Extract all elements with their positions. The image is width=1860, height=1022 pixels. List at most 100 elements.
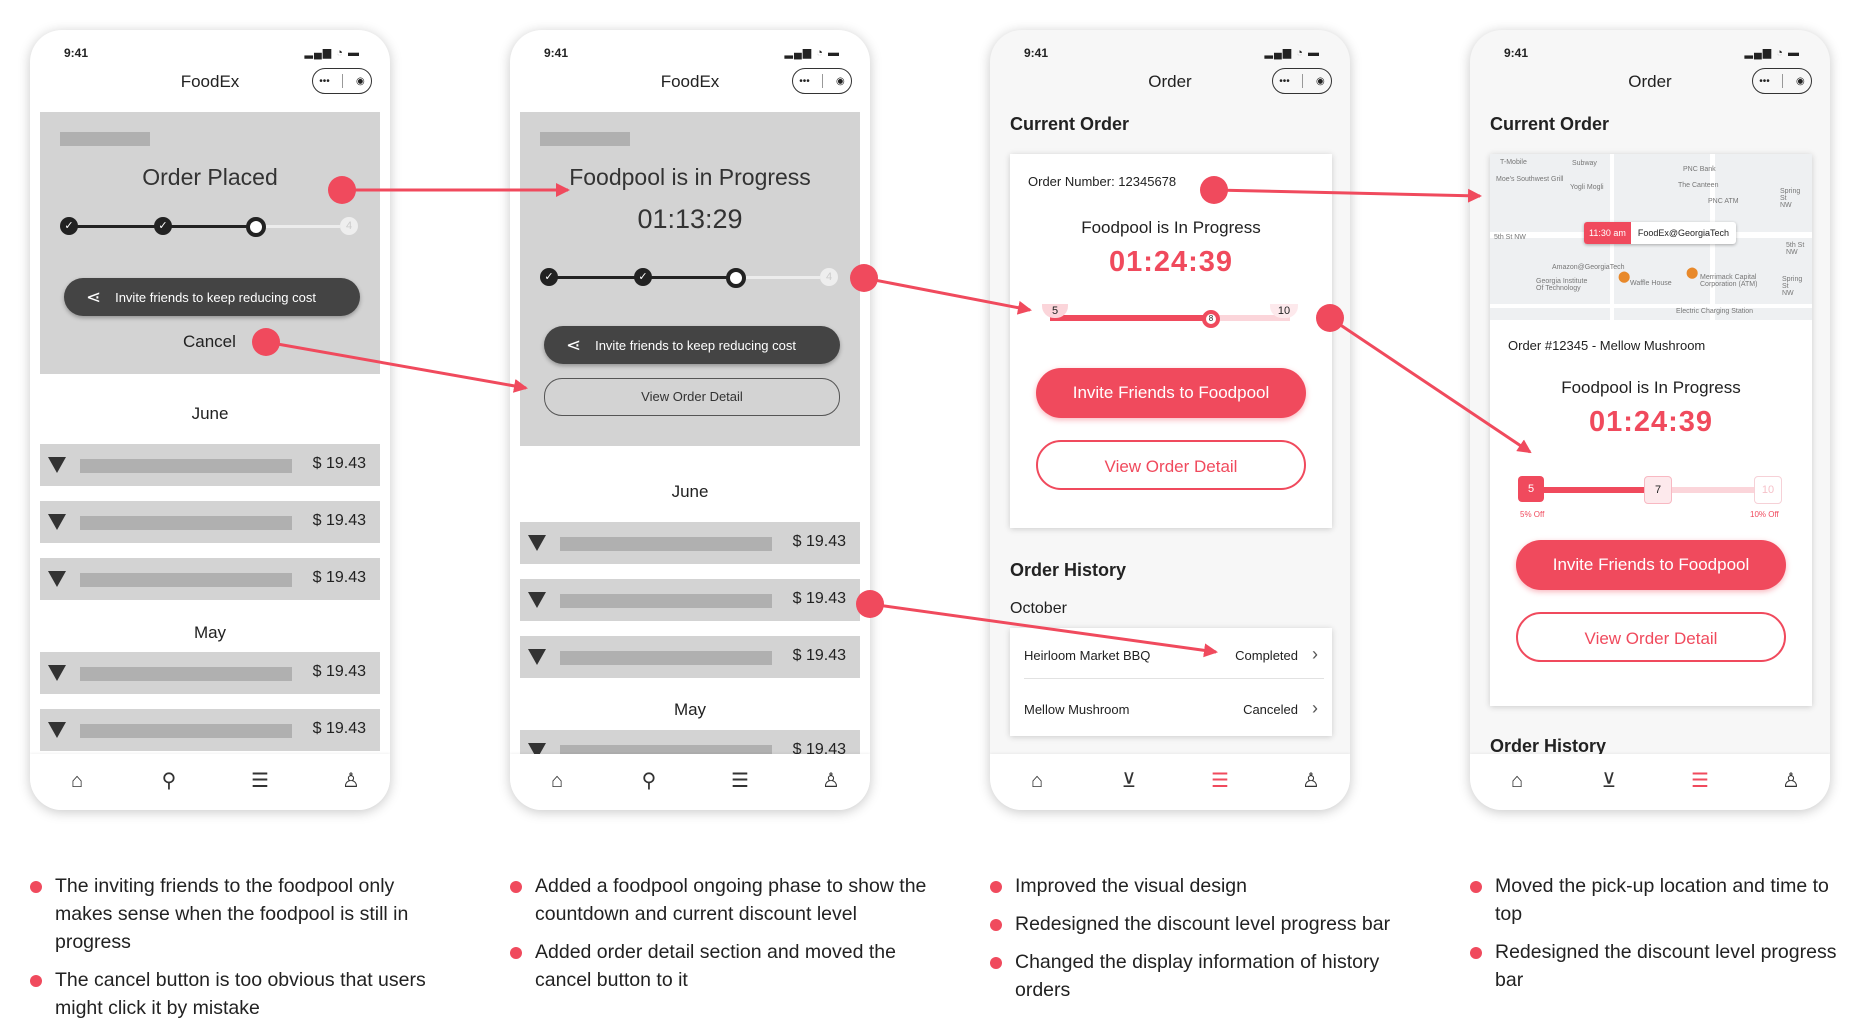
note: Redesigned the discount level progress b… [1470, 938, 1850, 994]
order-status-card: Foodpool is in Progress 01:13:29 ✓ ✓ 4 ⋖… [520, 112, 860, 446]
home-icon[interactable]: ⌂ [542, 768, 572, 794]
more-icon[interactable]: ••• [1759, 76, 1770, 87]
phone-screen-2: 9:41 ▂▄▆ ◔ ▬ FoodEx ••• ◉ Foodpool is in … [510, 30, 870, 810]
order-row[interactable]: $ 19.43 [40, 444, 380, 486]
profile-icon[interactable]: ♙ [336, 768, 366, 794]
share-icon: ⋖ [566, 334, 582, 355]
tab-bar: ⌂ ⊻ ☰ ♙ [1470, 754, 1830, 810]
history-list: Heirloom Market BBQ Completed › Mellow M… [1010, 628, 1332, 736]
discount-progress-remaining [1656, 487, 1764, 493]
order-row[interactable]: $ 19.43 [520, 522, 860, 564]
profile-icon[interactable]: ♙ [816, 768, 846, 794]
order-row[interactable]: $ 19.43 [40, 501, 380, 543]
tab-bar: ⌂ ⚲ ☰ ♙ [510, 754, 870, 810]
pickup-map[interactable]: T-Mobile Subway PNC Bank Moe's Southwest… [1490, 154, 1812, 320]
stage-title: Order Placed [142, 164, 278, 190]
expand-icon [528, 592, 546, 608]
note: Moved the pick-up location and time to t… [1470, 872, 1850, 928]
tab-bar: ⌂ ⚲ ☰ ♙ [30, 754, 390, 810]
start-discount-label: 5% Off [1520, 510, 1545, 519]
order-row[interactable]: $ 19.43 [520, 730, 860, 754]
progress-rest [256, 225, 340, 228]
order-row[interactable]: $ 19.43 [520, 636, 860, 678]
order-row[interactable]: $ 19.43 [40, 652, 380, 694]
history-row[interactable]: Heirloom Market BBQ Completed › [1024, 632, 1324, 679]
end-discount-label: 10% Off [1750, 510, 1779, 519]
mini-program-capsule[interactable]: ••• ◉ [1272, 68, 1332, 94]
invite-friends-button[interactable]: ⋖ Invite friends to keep reducing cost [64, 278, 360, 316]
history-month: October [1010, 600, 1067, 617]
cancel-button[interactable]: Cancel [183, 332, 236, 352]
view-order-detail-button[interactable]: View Order Detail [544, 378, 840, 416]
status-icons: ▂▄▆ ◔ ▬ [1264, 47, 1320, 59]
search-icon[interactable]: ⚲ [154, 768, 184, 794]
current-order-heading: Current Order [1010, 114, 1130, 134]
invite-friends-button[interactable]: ⋖ Invite friends to keep reducing cost [544, 326, 840, 364]
home-icon[interactable]: ⌂ [1022, 768, 1052, 794]
close-target-icon[interactable]: ◉ [356, 76, 365, 87]
placeholder-bar [60, 132, 150, 146]
more-icon[interactable]: ••• [799, 76, 810, 87]
view-order-detail-button[interactable]: View Order Detail [1036, 440, 1306, 490]
progress-step-done: ✓ [540, 268, 558, 286]
phone-screen-4: 9:41 ▂▄▆ ◔ ▬ Order ••• ◉ Current Order T-… [1470, 30, 1830, 810]
order-row[interactable]: $ 19.43 [520, 579, 860, 621]
note: Redesigned the discount level progress b… [990, 910, 1420, 938]
month-header-june: June [671, 482, 709, 501]
invite-friends-button[interactable]: Invite Friends to Foodpool [1516, 540, 1786, 590]
list-icon[interactable]: ☰ [1205, 768, 1235, 794]
cart-icon[interactable]: ⊻ [1594, 768, 1624, 794]
close-target-icon[interactable]: ◉ [1796, 76, 1805, 87]
expand-icon [528, 743, 546, 754]
expand-icon [48, 665, 66, 681]
note: Changed the display information of histo… [990, 948, 1420, 1004]
status-time: 9:41 [64, 46, 89, 60]
home-icon[interactable]: ⌂ [62, 768, 92, 794]
progress-step-current [246, 217, 266, 237]
mini-program-capsule[interactable]: ••• ◉ [792, 68, 852, 94]
month-header-may: May [673, 700, 707, 719]
profile-icon[interactable]: ♙ [1296, 768, 1326, 794]
search-icon[interactable]: ⚲ [634, 768, 664, 794]
list-icon[interactable]: ☰ [1685, 768, 1715, 794]
discount-level-start: 5 [1518, 476, 1544, 502]
history-row[interactable]: Mellow Mushroom Canceled › [1024, 686, 1324, 732]
mini-program-capsule[interactable]: ••• ◉ [312, 68, 372, 94]
discount-level-current: 8 [1202, 310, 1220, 328]
map-pin-icon: ⬤ [1686, 267, 1699, 279]
more-icon[interactable]: ••• [1279, 76, 1290, 87]
discount-progress-filled [1534, 487, 1656, 493]
tab-bar: ⌂ ⊻ ☰ ♙ [990, 754, 1350, 810]
cart-icon[interactable]: ⊻ [1114, 768, 1144, 794]
order-row[interactable]: $ 19.43 [40, 558, 380, 600]
month-header-may: May [193, 623, 227, 642]
expand-icon [48, 514, 66, 530]
share-icon: ⋖ [86, 286, 102, 307]
status-bar: 9:41 ▂▄▆ ◔ ▬ [30, 42, 390, 62]
note: The inviting friends to the foodpool onl… [30, 872, 440, 956]
list-icon[interactable]: ☰ [245, 768, 275, 794]
invite-label: Invite friends to keep reducing cost [595, 337, 796, 353]
progress-step-pending: 4 [340, 217, 358, 235]
mini-program-capsule[interactable]: ••• ◉ [1752, 68, 1812, 94]
note: Added a foodpool ongoing phase to show t… [510, 872, 930, 928]
view-order-detail-button[interactable]: View Order Detail [1516, 612, 1786, 662]
invite-friends-button[interactable]: Invite Friends to Foodpool [1036, 368, 1306, 418]
status-icons: ▂▄▆ ◔ ▬ [784, 47, 840, 59]
countdown-timer: 01:24:39 [1108, 246, 1234, 278]
close-target-icon[interactable]: ◉ [1316, 76, 1325, 87]
more-icon[interactable]: ••• [319, 76, 330, 87]
profile-icon[interactable]: ♙ [1776, 768, 1806, 794]
order-row[interactable]: $ 19.43 [40, 709, 380, 751]
month-header-june: June [191, 404, 229, 423]
placeholder-bar [540, 132, 630, 146]
expand-icon [48, 571, 66, 587]
progress-step-done: ✓ [154, 217, 172, 235]
home-icon[interactable]: ⌂ [1502, 768, 1532, 794]
progress-step-done: ✓ [634, 268, 652, 286]
countdown-timer: 01:13:29 [637, 204, 743, 234]
expand-icon [528, 535, 546, 551]
close-target-icon[interactable]: ◉ [836, 76, 845, 87]
list-icon[interactable]: ☰ [725, 768, 755, 794]
discount-level-current: 7 [1644, 476, 1672, 504]
